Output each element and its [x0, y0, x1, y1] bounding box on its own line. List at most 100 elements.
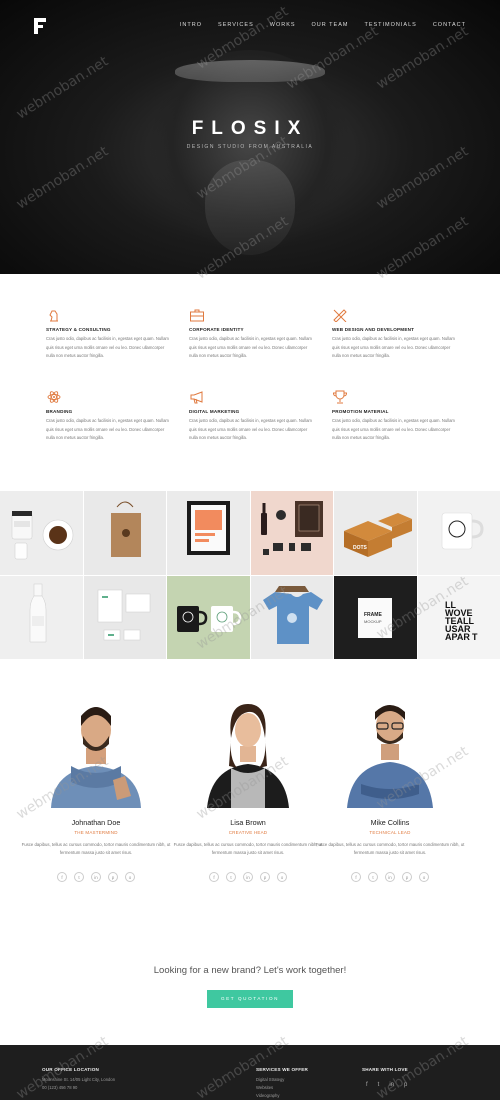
pinterest-icon[interactable]: p — [108, 872, 118, 882]
portfolio-tile-business-cards[interactable] — [83, 575, 166, 659]
team-member-card: Lisa Brown CREATIVE HEAD Fusce dapibus, … — [168, 690, 328, 882]
portfolio-tile-frame-mockup[interactable]: FRAME MOCKUP — [334, 575, 417, 659]
nav-item-contact[interactable]: CONTACT — [433, 22, 466, 28]
facebook-icon[interactable]: f — [366, 1081, 368, 1089]
cta-heading: Looking for a new brand? Let's work toge… — [153, 965, 347, 976]
portfolio-tile-white-bottle[interactable] — [0, 575, 83, 659]
twitter-icon[interactable]: t — [378, 1081, 380, 1089]
facebook-icon[interactable]: f — [57, 872, 67, 882]
main-nav: INTRO SERVICES WORKS OUR TEAM TESTIMONIA… — [180, 22, 466, 28]
twitter-icon[interactable]: t — [368, 872, 378, 882]
megaphone-icon — [189, 390, 205, 404]
hero-tagline: DESIGN STUDIO FROM AUSTRALIA — [186, 144, 314, 150]
service-title: CORPORATE IDENTITY — [189, 327, 244, 332]
portfolio-tile-mug[interactable] — [417, 491, 500, 575]
footer-services-list: Digital Strategy Websites Videography — [256, 1076, 284, 1100]
twitter-icon[interactable]: t — [226, 872, 236, 882]
footer-office-address: Moonshine St. 14/05 Light City, London — [42, 1077, 116, 1082]
frame-mockup-title: FRAME — [364, 612, 382, 618]
portfolio-tile-mugs[interactable] — [167, 575, 250, 659]
avatar — [335, 690, 445, 808]
team-member-role: THE MASTERMIND — [74, 830, 118, 835]
frame-mockup-subtitle: MOCKUP — [364, 619, 382, 624]
donut-box-label: DOTS — [353, 545, 368, 551]
portfolio-grid: DOTS FRAME MOCKUP LL WOVE TEALL USAR APAR… — [0, 491, 500, 659]
hero-teeth-shape — [175, 60, 325, 82]
service-text: Cras justo odio, dapibus ac facilisis in… — [332, 336, 455, 358]
service-item: WEB DESIGN AND DEVELOPMENT Cras justo od… — [332, 308, 457, 361]
team-member-role: CREATIVE HEAD — [228, 830, 268, 835]
service-item: CORPORATE IDENTITY Cras justo odio, dapi… — [189, 308, 314, 361]
team-member-name: Mike Collins — [370, 818, 410, 827]
get-quotation-button[interactable]: GET QUOTATION — [207, 990, 293, 1008]
facebook-icon[interactable]: f — [351, 872, 361, 882]
facebook-icon[interactable]: f — [209, 872, 219, 882]
service-title: DIGITAL MARKETING — [189, 409, 240, 414]
service-text: Cras justo odio, dapibus ac facilisis in… — [332, 418, 455, 440]
trophy-icon — [332, 390, 348, 404]
portfolio-tile-typography-poster[interactable]: LL WOVE TEALL USAR APAR T — [417, 575, 500, 659]
service-title: WEB DESIGN AND DEVELOPMENT — [332, 327, 415, 332]
team-member-name: Lisa Brown — [230, 818, 266, 827]
footer-services-title: SERVICES WE OFFER — [256, 1067, 309, 1072]
portfolio-tile-t-shirt[interactable] — [250, 575, 333, 659]
pinterest-icon[interactable]: p — [402, 872, 412, 882]
service-text: Cras justo odio, dapibus ac facilisis in… — [189, 336, 312, 358]
pinterest-icon[interactable]: p — [404, 1081, 407, 1089]
poster-line: APAR — [445, 632, 470, 642]
nav-item-our-team[interactable]: OUR TEAM — [312, 22, 349, 28]
portfolio-tile-wine-stationery[interactable] — [250, 491, 333, 575]
service-title: BRANDING — [46, 409, 73, 414]
hero-tongue-shape — [205, 160, 295, 255]
logo[interactable] — [34, 18, 50, 34]
footer: OUR OFFICE LOCATION Moonshine St. 14/05 … — [0, 1045, 500, 1100]
footer-office-info: Moonshine St. 14/05 Light City, London 0… — [42, 1076, 115, 1092]
poster-line: T — [472, 632, 478, 642]
nav-item-testimonials[interactable]: TESTIMONIALS — [364, 22, 416, 28]
team-member-name: Johnathan Doe — [71, 818, 121, 827]
team-social-links: f t in p o — [168, 872, 328, 882]
footer-share-links: f t in p — [366, 1081, 407, 1089]
hero-section: INTRO SERVICES WORKS OUR TEAM TESTIMONIA… — [0, 0, 500, 274]
footer-service-link[interactable]: Websites — [256, 1084, 284, 1092]
team-social-links: f t in p o — [16, 872, 176, 882]
team-member-role: TECHNICAL LEAD — [369, 830, 411, 835]
linkedin-icon[interactable]: in — [91, 872, 101, 882]
portfolio-tile-framed-poster[interactable] — [167, 491, 250, 575]
service-item: BRANDING Cras justo odio, dapibus ac fac… — [46, 390, 171, 443]
footer-service-link[interactable]: Digital Strategy — [256, 1076, 284, 1084]
service-title: STRATEGY & CONSULTING — [46, 327, 111, 332]
twitter-icon[interactable]: t — [74, 872, 84, 882]
nav-item-works[interactable]: WORKS — [270, 22, 296, 28]
dribbble-icon[interactable]: o — [277, 872, 287, 882]
footer-service-link[interactable]: Videography — [256, 1092, 284, 1100]
dribbble-icon[interactable]: o — [419, 872, 429, 882]
service-text: Cras justo odio, dapibus ac facilisis in… — [46, 336, 169, 358]
hero-brand-title: FLOSIX — [191, 118, 309, 139]
linkedin-icon[interactable]: in — [243, 872, 253, 882]
nav-item-intro[interactable]: INTRO — [180, 22, 202, 28]
dribbble-icon[interactable]: o — [125, 872, 135, 882]
pinterest-icon[interactable]: p — [260, 872, 270, 882]
avatar — [193, 690, 303, 808]
portfolio-tile-donut-boxes[interactable]: DOTS — [334, 491, 417, 575]
footer-share-title: SHARE WITH LOVE — [362, 1067, 408, 1072]
footer-office-title: OUR OFFICE LOCATION — [42, 1067, 100, 1072]
linkedin-icon[interactable]: in — [385, 872, 395, 882]
service-title: PROMOTION MATERIAL — [332, 409, 389, 414]
knight-icon — [46, 308, 62, 322]
portfolio-tile-paper-bag[interactable] — [83, 491, 166, 575]
team-member-card: Mike Collins TECHNICAL LEAD Fusce dapibu… — [310, 690, 470, 882]
portfolio-tile-jars[interactable] — [0, 491, 83, 575]
briefcase-icon — [189, 308, 205, 322]
team-member-bio: Fusce dapibus, tellus ac cursus commodo,… — [173, 842, 323, 855]
nav-item-services[interactable]: SERVICES — [218, 22, 254, 28]
service-item: DIGITAL MARKETING Cras justo odio, dapib… — [189, 390, 314, 443]
avatar — [41, 690, 151, 808]
service-text: Cras justo odio, dapibus ac facilisis in… — [189, 418, 312, 440]
linkedin-icon[interactable]: in — [389, 1081, 394, 1089]
service-item: PROMOTION MATERIAL Cras justo odio, dapi… — [332, 390, 457, 443]
team-member-bio: Fusce dapibus, tellus ac cursus commodo,… — [315, 842, 465, 855]
service-item: STRATEGY & CONSULTING Cras justo odio, d… — [46, 308, 171, 361]
team-social-links: f t in p o — [310, 872, 470, 882]
